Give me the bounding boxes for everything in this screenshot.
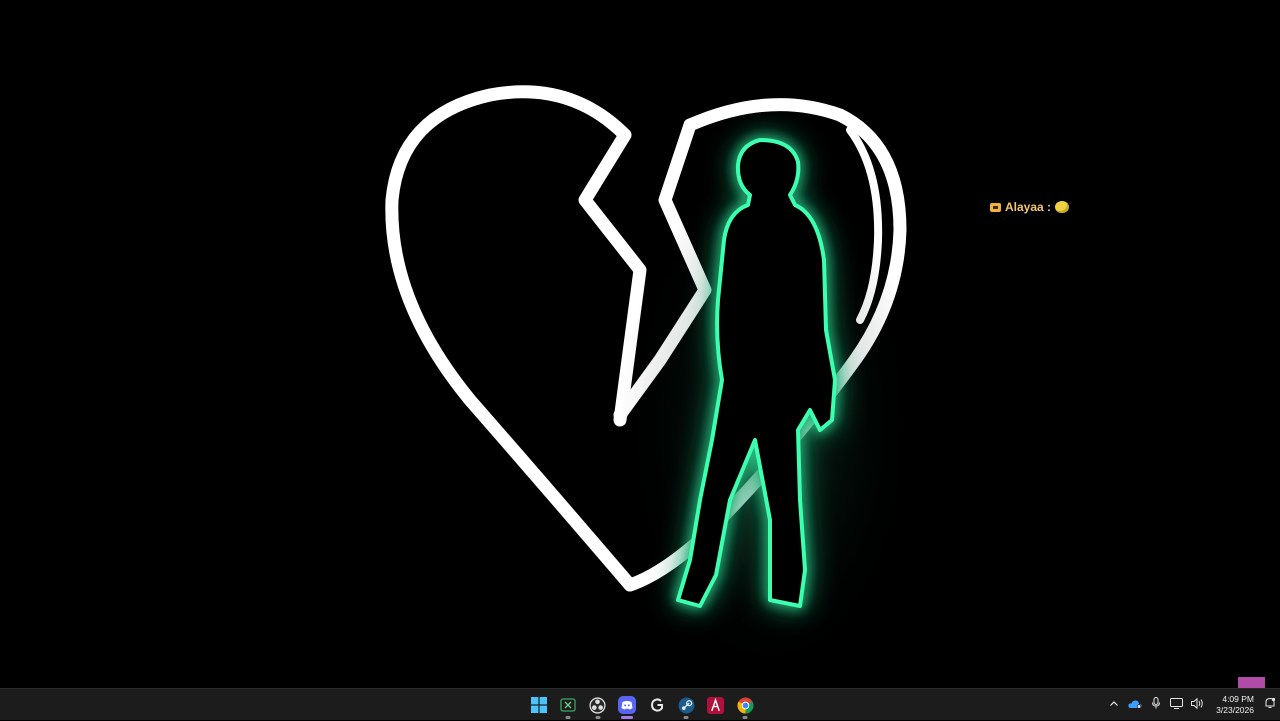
obs-studio-icon: [589, 696, 607, 714]
display-network-icon: [1170, 696, 1184, 714]
clock-date: 3/23/2026: [1216, 705, 1254, 715]
taskbar-obs[interactable]: [583, 689, 613, 721]
tray-network[interactable]: [1166, 689, 1187, 721]
magenta-widget: [1238, 677, 1265, 688]
discord-icon: [618, 696, 637, 714]
microphone-icon: [1151, 696, 1161, 714]
tray-volume[interactable]: [1187, 689, 1208, 721]
chevron-up-icon: [1109, 696, 1119, 714]
g-launcher-icon: [648, 696, 666, 714]
stream-overlay-user: Alayaa :: [990, 200, 1070, 214]
tray-onedrive[interactable]: [1124, 689, 1145, 721]
chrome-icon: [736, 696, 754, 714]
volume-icon: [1191, 696, 1204, 714]
running-indicator: [565, 716, 571, 719]
xbox-app-icon: [559, 696, 577, 714]
running-indicator: [595, 716, 601, 719]
system-tray: 4:09 PM 3/23/2026: [1103, 689, 1280, 721]
desktop: Alayaa :: [0, 0, 1280, 688]
taskbar-discord[interactable]: [613, 689, 643, 721]
taskbar-red-app[interactable]: [701, 689, 731, 721]
taskbar-steam[interactable]: [672, 689, 702, 721]
running-indicator: [742, 716, 748, 719]
running-indicator: [683, 716, 689, 719]
clock-time: 4:09 PM: [1222, 694, 1254, 704]
taskbar-g-app[interactable]: [642, 689, 672, 721]
start-button[interactable]: [524, 689, 554, 721]
taskbar-chrome[interactable]: [731, 689, 761, 721]
windows-start-icon: [530, 696, 548, 714]
notification-center-button[interactable]: [1260, 689, 1280, 721]
taskbar-xbox[interactable]: [554, 689, 584, 721]
heart-left-half: [385, 85, 647, 592]
emoji-icon: [1055, 201, 1070, 213]
red-a-app-icon: [707, 696, 725, 714]
wallpaper: [385, 85, 920, 660]
taskbar: 4:09 PM 3/23/2026: [0, 688, 1280, 720]
tray-microphone[interactable]: [1145, 689, 1166, 721]
notification-bell-icon: [1264, 696, 1276, 714]
crown-icon: [990, 202, 1001, 212]
overlay-username: Alayaa :: [1005, 200, 1052, 214]
clock[interactable]: 4:09 PM 3/23/2026: [1208, 689, 1260, 721]
steam-icon: [677, 696, 695, 714]
active-indicator: [621, 716, 634, 719]
show-hidden-icons-button[interactable]: [1103, 689, 1124, 721]
onedrive-icon: [1128, 696, 1142, 714]
taskbar-apps: [524, 689, 760, 721]
